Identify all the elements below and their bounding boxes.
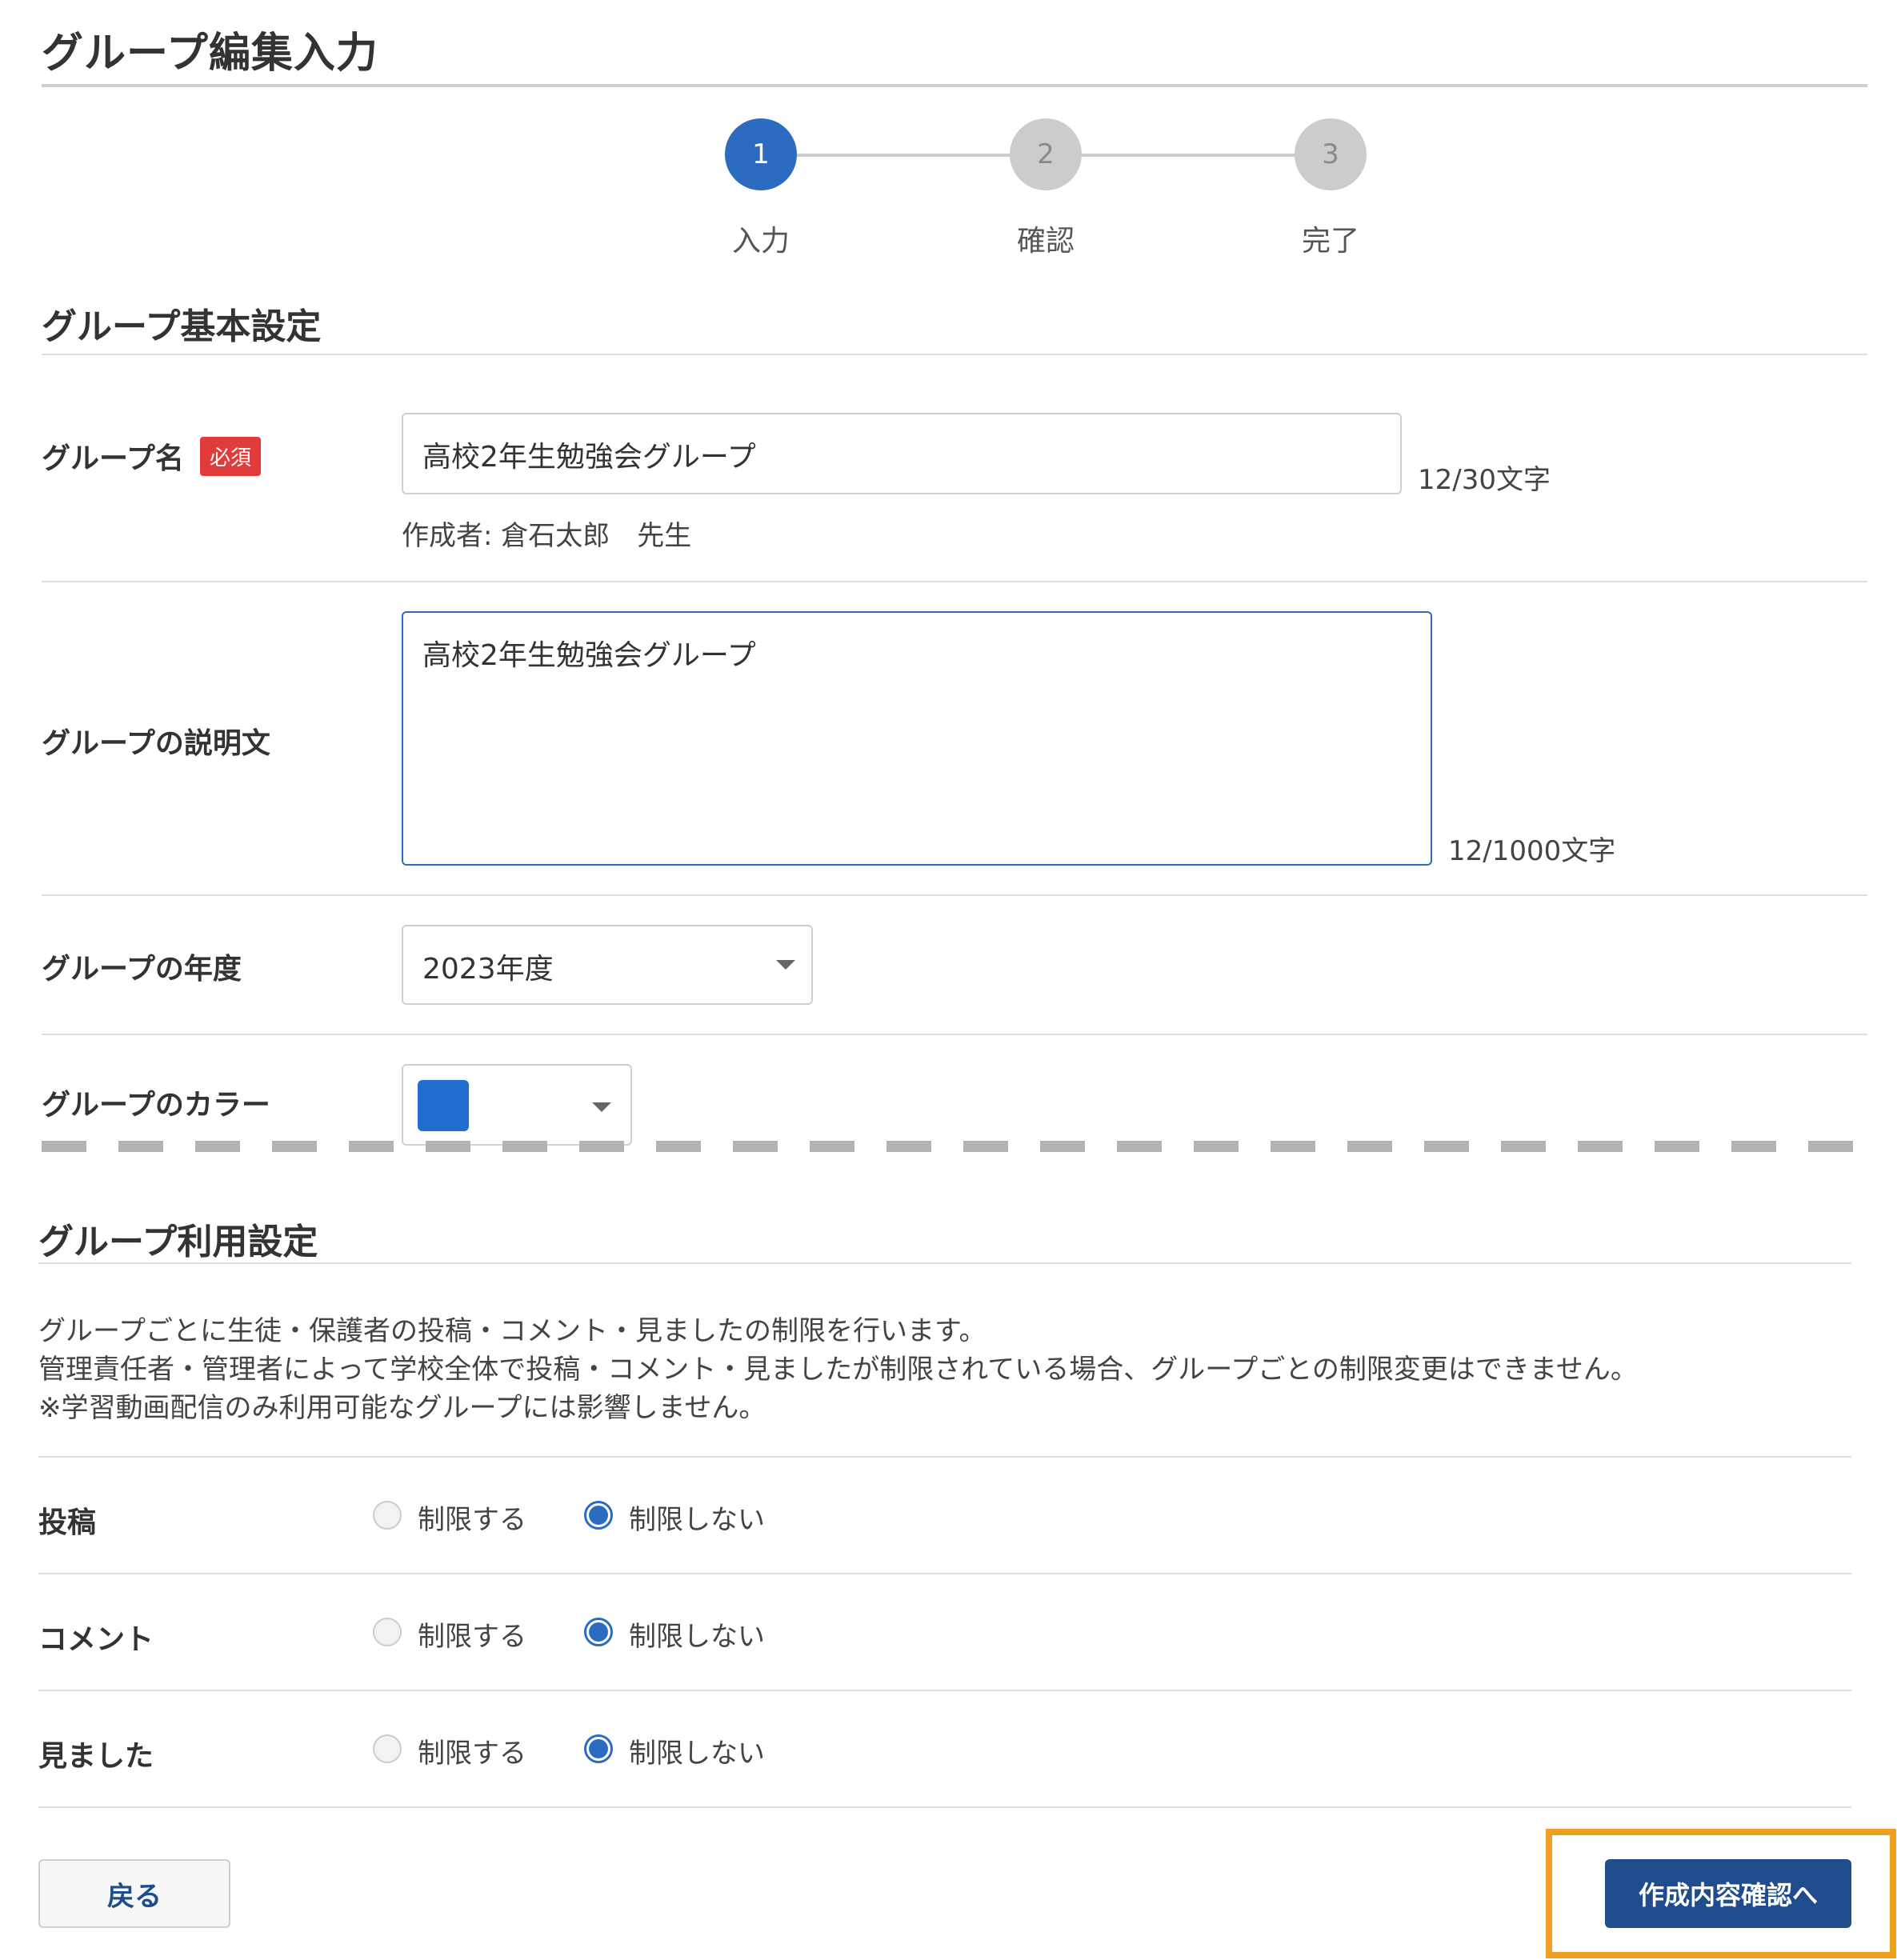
row-divider <box>42 1034 1867 1035</box>
usage-description-line-1: グループごとに生徒・保護者の投稿・コメント・見ましたの制限を行います。 <box>38 1315 987 1347</box>
group-name-counter: 12/30文字 <box>1418 464 1551 496</box>
row-divider <box>42 894 1867 896</box>
description-counter: 12/1000文字 <box>1448 835 1616 867</box>
step-1-indicator: 1 <box>725 118 797 190</box>
seen-restrict-radio[interactable] <box>373 1734 402 1763</box>
step-2-label: 確認 <box>1016 225 1075 258</box>
color-select[interactable] <box>402 1064 632 1146</box>
year-select[interactable]: 2023年度 <box>402 925 813 1005</box>
row-divider <box>38 1456 1851 1458</box>
creator-text: 作成者: 倉石太郎 先生 <box>402 520 692 552</box>
usage-description-line-3: ※学習動画配信のみ利用可能なグループには影響しません。 <box>38 1392 766 1424</box>
confirm-button[interactable]: 作成内容確認へ <box>1605 1859 1851 1928</box>
group-name-input[interactable]: 高校2年生勉強会グループ <box>402 413 1402 494</box>
seen-setting-label: 見ました <box>38 1740 154 1773</box>
step-3-label: 完了 <box>1301 225 1359 258</box>
seen-no-restrict-radio[interactable] <box>584 1734 613 1763</box>
row-divider <box>38 1573 1851 1574</box>
usage-settings-title: グループ利用設定 <box>38 1222 318 1262</box>
usage-description-line-2: 管理責任者・管理者によって学校全体で投稿・コメント・見ましたが制限されている場合… <box>38 1354 1638 1386</box>
step-connector-1-2 <box>797 154 1045 157</box>
post-setting-label: 投稿 <box>38 1506 97 1539</box>
basic-settings-title: グループ基本設定 <box>42 306 322 347</box>
required-badge: 必須 <box>200 437 262 476</box>
description-label: グループの説明文 <box>42 727 270 760</box>
step-connector-2-3 <box>1082 154 1330 157</box>
group-name-label: グループ名 <box>42 442 184 475</box>
comment-no-restrict-radio[interactable] <box>584 1618 613 1646</box>
post-restrict-radio[interactable] <box>373 1501 402 1530</box>
step-1-label: 入力 <box>731 225 790 258</box>
seen-no-restrict-label[interactable]: 制限しない <box>629 1731 765 1770</box>
comment-restrict-radio[interactable] <box>373 1618 402 1646</box>
comment-no-restrict-label[interactable]: 制限しない <box>629 1614 765 1654</box>
year-select-value: 2023年度 <box>422 953 554 986</box>
section-divider <box>38 1262 1851 1264</box>
row-divider <box>42 581 1867 582</box>
dashed-separator <box>42 1141 1867 1152</box>
year-label: グループの年度 <box>42 953 242 986</box>
step-3-indicator: 3 <box>1295 118 1367 190</box>
color-label: グループのカラー <box>42 1089 270 1122</box>
comment-restrict-label[interactable]: 制限する <box>418 1614 526 1654</box>
chevron-down-icon <box>776 960 795 970</box>
comment-setting-label: コメント <box>38 1623 154 1656</box>
post-no-restrict-radio[interactable] <box>584 1501 613 1530</box>
page-title: グループ編集入力 <box>42 30 378 78</box>
step-2-indicator: 2 <box>1010 118 1082 190</box>
row-divider <box>38 1806 1851 1808</box>
post-restrict-label[interactable]: 制限する <box>418 1498 526 1537</box>
chevron-down-icon <box>592 1102 611 1112</box>
post-no-restrict-label[interactable]: 制限しない <box>629 1498 765 1537</box>
title-divider <box>42 84 1867 87</box>
back-button[interactable]: 戻る <box>38 1859 230 1928</box>
row-divider <box>38 1690 1851 1691</box>
color-swatch <box>418 1080 469 1131</box>
section-divider <box>42 354 1867 355</box>
seen-restrict-label[interactable]: 制限する <box>418 1731 526 1770</box>
description-textarea[interactable]: 高校2年生勉強会グループ <box>402 611 1432 866</box>
